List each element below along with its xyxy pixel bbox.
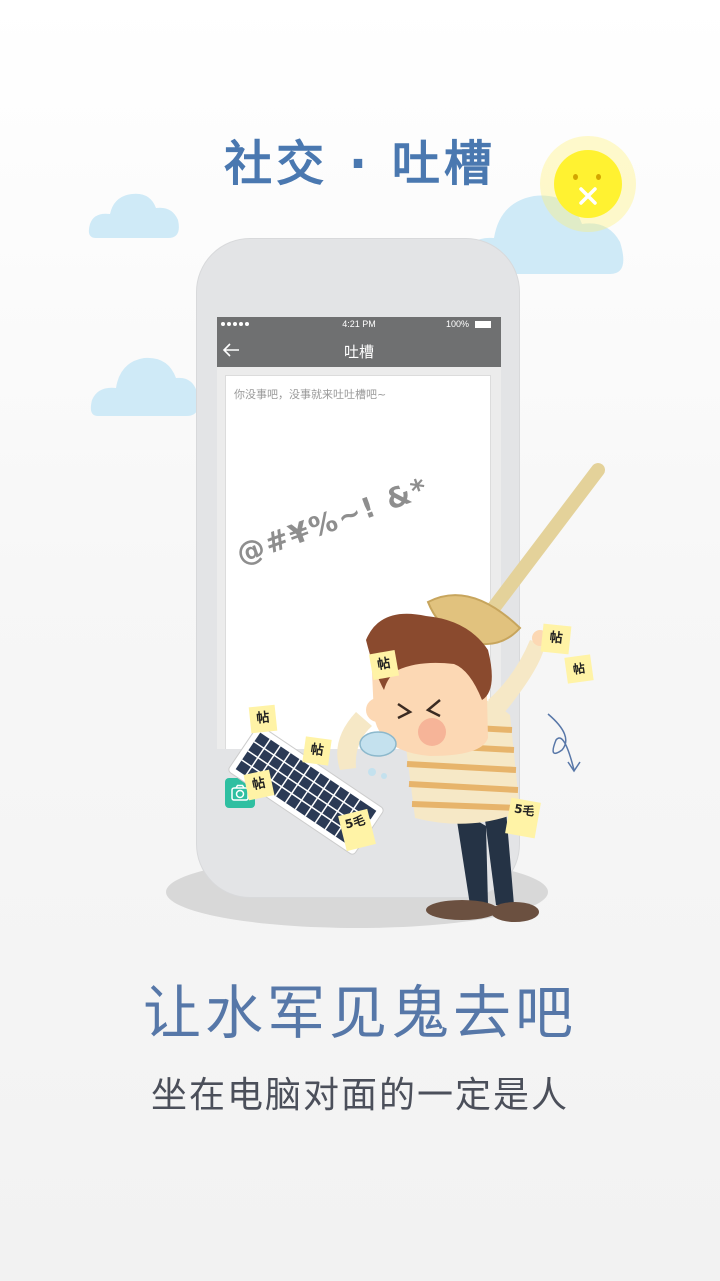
money-sticker: 5毛	[505, 797, 541, 839]
plunger-icon	[426, 463, 605, 646]
money-sticker-label: 5毛	[513, 801, 536, 819]
slogan-title: 让水军见鬼去吧	[142, 979, 577, 1047]
post-sticker: 帖	[243, 769, 275, 801]
post-sticker: 帖	[368, 649, 400, 681]
money-sticker-label: 5毛	[343, 812, 367, 832]
post-sticker: 帖	[540, 623, 572, 655]
slogan-subtitle: 坐在电脑对面的一定是人	[150, 1075, 569, 1116]
post-sticker-label: 帖	[548, 630, 564, 647]
post-sticker: 帖	[564, 654, 594, 684]
post-sticker-label: 帖	[309, 742, 325, 759]
post-sticker-label: 帖	[572, 661, 586, 677]
curved-arrow-icon	[547, 713, 575, 771]
post-sticker: 帖	[248, 704, 278, 734]
post-sticker: 帖	[302, 736, 332, 766]
post-sticker-label: 帖	[255, 710, 271, 727]
post-sticker-label: 帖	[376, 655, 392, 674]
post-sticker-label: 帖	[250, 775, 267, 794]
